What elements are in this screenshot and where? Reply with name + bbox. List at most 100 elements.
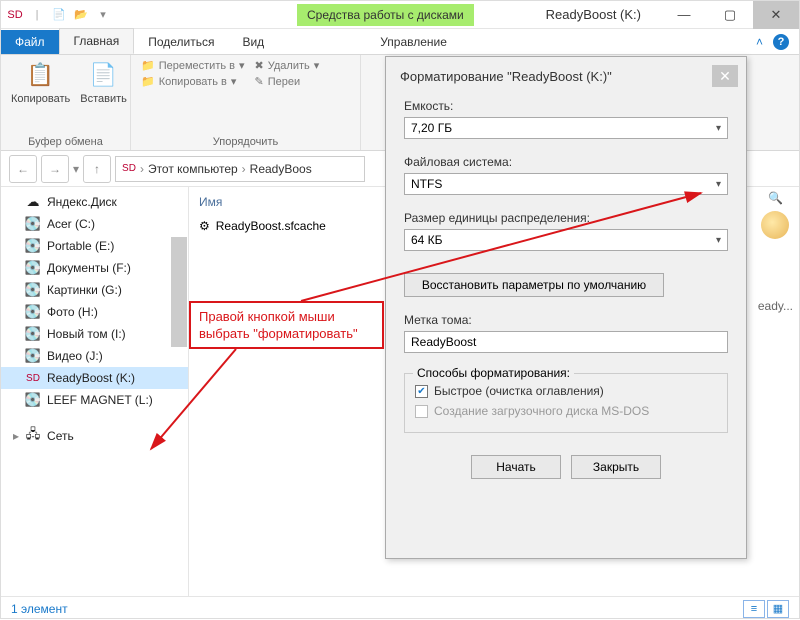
up-button[interactable]: ↑ — [83, 155, 111, 183]
minimize-button[interactable]: — — [661, 1, 707, 29]
move-icon: 📁 — [141, 59, 155, 72]
breadcrumb-current[interactable]: ReadyBoos — [250, 162, 312, 176]
file-name: ReadyBoost.sfcache — [216, 219, 326, 233]
volume-label-value: ReadyBoost — [411, 335, 476, 349]
start-button[interactable]: Начать — [471, 455, 561, 479]
capacity-label: Емкость: — [404, 99, 728, 113]
capacity-value: 7,20 ГБ — [411, 121, 452, 135]
item-count: 1 элемент — [11, 602, 68, 616]
nav-item-pictures[interactable]: 💽Картинки (G:) — [1, 279, 188, 301]
nav-item-acer[interactable]: 💽Acer (C:) — [1, 213, 188, 235]
allocation-label: Размер единицы распределения: — [404, 211, 728, 225]
organize-group-label: Упорядочить — [141, 134, 350, 148]
sep-icon: | — [29, 7, 45, 23]
chevron-down-icon: ▾ — [716, 123, 721, 134]
copy-icon: 📋 — [25, 59, 57, 91]
drive-small-icon: SD — [122, 163, 136, 174]
window-title: ReadyBoost (K:) — [546, 7, 641, 22]
volume-label-input[interactable]: ReadyBoost — [404, 331, 728, 353]
annotation-line2: выбрать "форматировать" — [199, 326, 374, 343]
checkbox-checked-icon: ✔ — [415, 385, 428, 398]
drive-icon: 💽 — [25, 348, 41, 364]
chevron-right-icon: › — [242, 162, 246, 176]
checkbox-unchecked-icon — [415, 405, 428, 418]
context-tab-drive-tools[interactable]: Средства работы с дисками — [297, 4, 474, 26]
new-doc-icon[interactable]: 📄 — [51, 7, 67, 23]
titlebar: SD | 📄 📂 ▾ Средства работы с дисками Rea… — [1, 1, 799, 29]
drive-icon: 💽 — [25, 238, 41, 254]
format-methods-group: Способы форматирования: ✔ Быстрое (очист… — [404, 373, 728, 433]
scrollbar-thumb[interactable] — [171, 237, 187, 347]
status-bar: 1 элемент ≡ ▦ — [1, 596, 799, 620]
nav-item-portable[interactable]: 💽Portable (E:) — [1, 235, 188, 257]
tab-manage[interactable]: Управление — [366, 30, 461, 54]
methods-legend: Способы форматирования: — [413, 366, 574, 380]
forward-button[interactable]: → — [41, 155, 69, 183]
view-details-button[interactable]: ≡ — [743, 600, 765, 618]
nav-item-photo[interactable]: 💽Фото (H:) — [1, 301, 188, 323]
ribbon-help: ˄ ? — [746, 30, 799, 54]
expand-icon[interactable]: ▸ — [13, 429, 19, 443]
copy-to-icon: 📁 — [141, 75, 155, 88]
open-folder-icon[interactable]: 📂 — [73, 7, 89, 23]
dialog-close-button[interactable]: ✕ — [712, 65, 738, 87]
allocation-select[interactable]: 64 КБ ▾ — [404, 229, 728, 251]
rename-button[interactable]: ✎Переи — [255, 75, 320, 88]
copy-button[interactable]: 📋 Копировать — [11, 59, 70, 105]
right-strip: eady... — [758, 211, 793, 313]
filesystem-select[interactable]: NTFS ▾ — [404, 173, 728, 195]
quick-format-checkbox[interactable]: ✔ Быстрое (очистка оглавления) — [415, 384, 717, 398]
nav-item-newvol[interactable]: 💽Новый том (I:) — [1, 323, 188, 345]
nav-item-readyboost[interactable]: SDReadyBoost (K:) — [1, 367, 188, 389]
qat-dropdown-icon[interactable]: ▾ — [95, 7, 111, 23]
nav-item-video[interactable]: 💽Видео (J:) — [1, 345, 188, 367]
copy-label: Копировать — [11, 93, 70, 105]
tab-share[interactable]: Поделиться — [134, 30, 228, 54]
collapse-ribbon-icon[interactable]: ˄ — [756, 35, 763, 49]
tab-file[interactable]: Файл — [1, 30, 59, 54]
search-icon: 🔍 — [768, 191, 783, 205]
help-icon[interactable]: ? — [773, 34, 789, 50]
paste-button[interactable]: 📄 Вставить — [80, 59, 127, 105]
chevron-down-icon: ▾ — [716, 179, 721, 190]
drive-icon: 💽 — [25, 260, 41, 276]
tab-view[interactable]: Вид — [228, 30, 278, 54]
annotation-callout: Правой кнопкой мыши выбрать "форматирова… — [189, 301, 384, 349]
ribbon-tabs: Файл Главная Поделиться Вид Управление ˄… — [1, 29, 799, 55]
maximize-button[interactable]: ▢ — [707, 1, 753, 29]
drive-icon: 💽 — [25, 304, 41, 320]
shell-icon — [761, 211, 789, 239]
breadcrumb-this-pc[interactable]: Этот компьютер — [148, 162, 238, 176]
drive-icon: 💽 — [25, 392, 41, 408]
restore-defaults-button[interactable]: Восстановить параметры по умолчанию — [404, 273, 664, 297]
rename-icon: ✎ — [255, 75, 264, 88]
ribbon-group-clipboard: 📋 Копировать 📄 Вставить Буфер обмена — [1, 55, 131, 150]
capacity-select[interactable]: 7,20 ГБ ▾ — [404, 117, 728, 139]
move-to-button[interactable]: 📁Переместить в ▾ — [141, 59, 245, 72]
network-icon: 🖧 — [25, 428, 41, 444]
view-large-button[interactable]: ▦ — [767, 600, 789, 618]
allocation-value: 64 КБ — [411, 233, 443, 247]
cloud-icon: ☁ — [25, 194, 41, 210]
navigation-pane: ☁Яндекс.Диск 💽Acer (C:) 💽Portable (E:) 💽… — [1, 187, 189, 596]
paste-icon: 📄 — [88, 59, 120, 91]
close-button[interactable]: ✕ — [753, 1, 799, 29]
annotation-line1: Правой кнопкой мыши — [199, 309, 374, 326]
back-button[interactable]: ← — [9, 155, 37, 183]
copy-to-button[interactable]: 📁Копировать в ▾ — [141, 75, 245, 88]
paste-label: Вставить — [80, 93, 127, 105]
delete-button[interactable]: ✖Удалить ▾ — [255, 59, 320, 72]
close-dialog-button[interactable]: Закрыть — [571, 455, 661, 479]
delete-icon: ✖ — [255, 59, 264, 72]
nav-item-network[interactable]: ▸🖧Сеть — [1, 425, 188, 447]
drive-icon: 💽 — [25, 326, 41, 342]
ribbon-group-organize: 📁Переместить в ▾ 📁Копировать в ▾ ✖Удалит… — [131, 55, 361, 150]
search-button[interactable]: 🔍 — [768, 191, 783, 205]
breadcrumb[interactable]: SD › Этот компьютер › ReadyBoos — [115, 156, 365, 182]
quick-access-toolbar: SD | 📄 📂 ▾ — [1, 7, 117, 23]
nav-item-documents[interactable]: 💽Документы (F:) — [1, 257, 188, 279]
recent-dropdown-icon[interactable]: ▾ — [73, 162, 79, 176]
tab-home[interactable]: Главная — [59, 28, 135, 54]
nav-item-yandex[interactable]: ☁Яндекс.Диск — [1, 191, 188, 213]
nav-item-leef[interactable]: 💽LEEF MAGNET (L:) — [1, 389, 188, 411]
